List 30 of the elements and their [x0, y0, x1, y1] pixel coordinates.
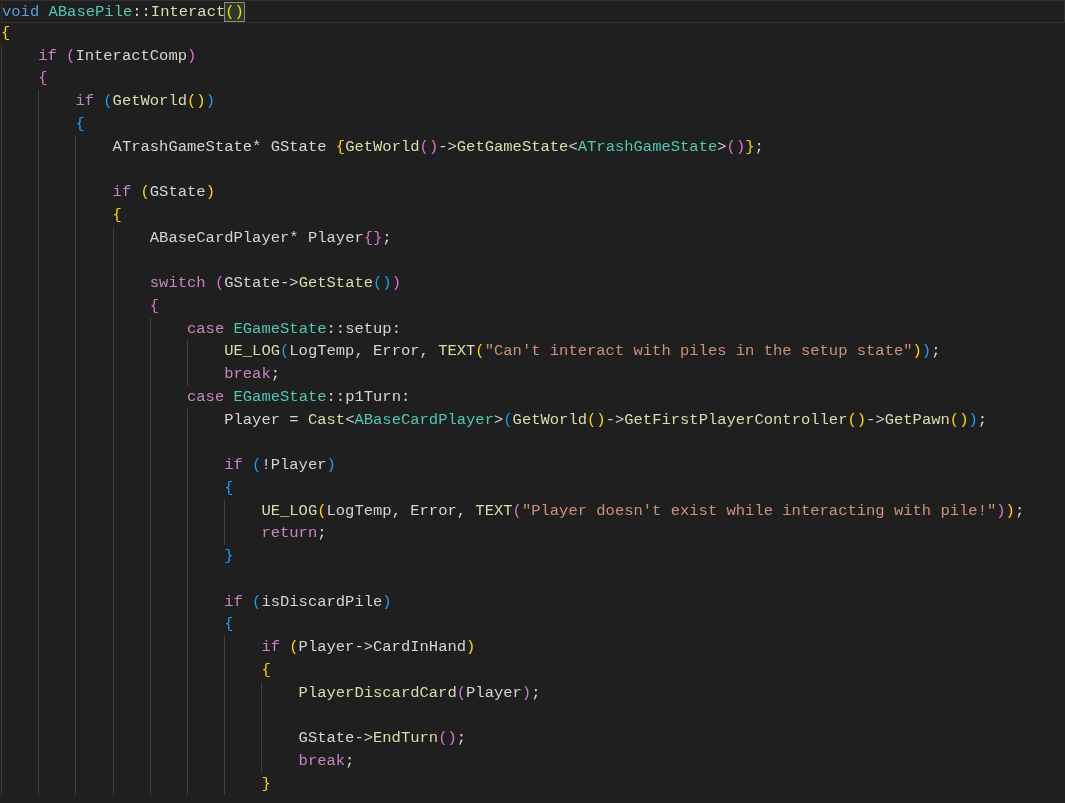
code-line: { — [1, 22, 11, 44]
code-line: UE_LOG(LogTemp, Error, TEXT("Can't interact with piles in the setup state")); — [224, 341, 941, 363]
code-line: if (isDiscardPile) — [224, 591, 392, 613]
code-line: case EGameState::setup: — [187, 318, 401, 340]
code-line: if (GState) — [112, 182, 215, 203]
code-line: GState->EndTurn(); — [298, 728, 467, 749]
code-line: if (GetWorld()) — [75, 91, 215, 112]
code-line: break; — [298, 750, 355, 772]
code-line: } — [261, 773, 271, 795]
code-line: { — [149, 295, 160, 317]
code-line: break; — [224, 364, 280, 385]
code-line: case EGameState::p1Turn: — [187, 386, 411, 408]
code-line: return; — [261, 523, 327, 545]
code-line: ATrashGameState* GState {GetWorld()->GetGameState<ATrashGameState>()}; — [112, 136, 764, 158]
code-line: { — [112, 204, 122, 226]
code-line: void ABasePile::Interact() — [2, 2, 244, 22]
code-line: ABaseCardPlayer* Player{}; — [149, 227, 392, 249]
code-line: if (!Player) — [224, 455, 336, 476]
code-line: if (Player->CardInHand) — [261, 637, 476, 658]
code-line: { — [224, 477, 234, 499]
code-line: } — [224, 546, 234, 567]
code-line: PlayerDiscardCard(Player); — [298, 682, 541, 704]
code-line: { — [224, 614, 234, 636]
code-line: { — [38, 68, 48, 90]
code-line: switch (GState->GetState()) — [149, 273, 401, 294]
code-line: { — [75, 113, 85, 135]
code-line: UE_LOG(LogTemp, Error, TEXT("Player doesn't exist while interacting with pile!")); — [261, 500, 1025, 522]
code-line: { — [261, 659, 271, 681]
code-line: if (InteractComp) — [38, 45, 197, 67]
code-line: Player = Cast<ABaseCardPlayer>(GetWorld()->GetFirstPlayerController()->GetPawn()); — [224, 409, 988, 431]
